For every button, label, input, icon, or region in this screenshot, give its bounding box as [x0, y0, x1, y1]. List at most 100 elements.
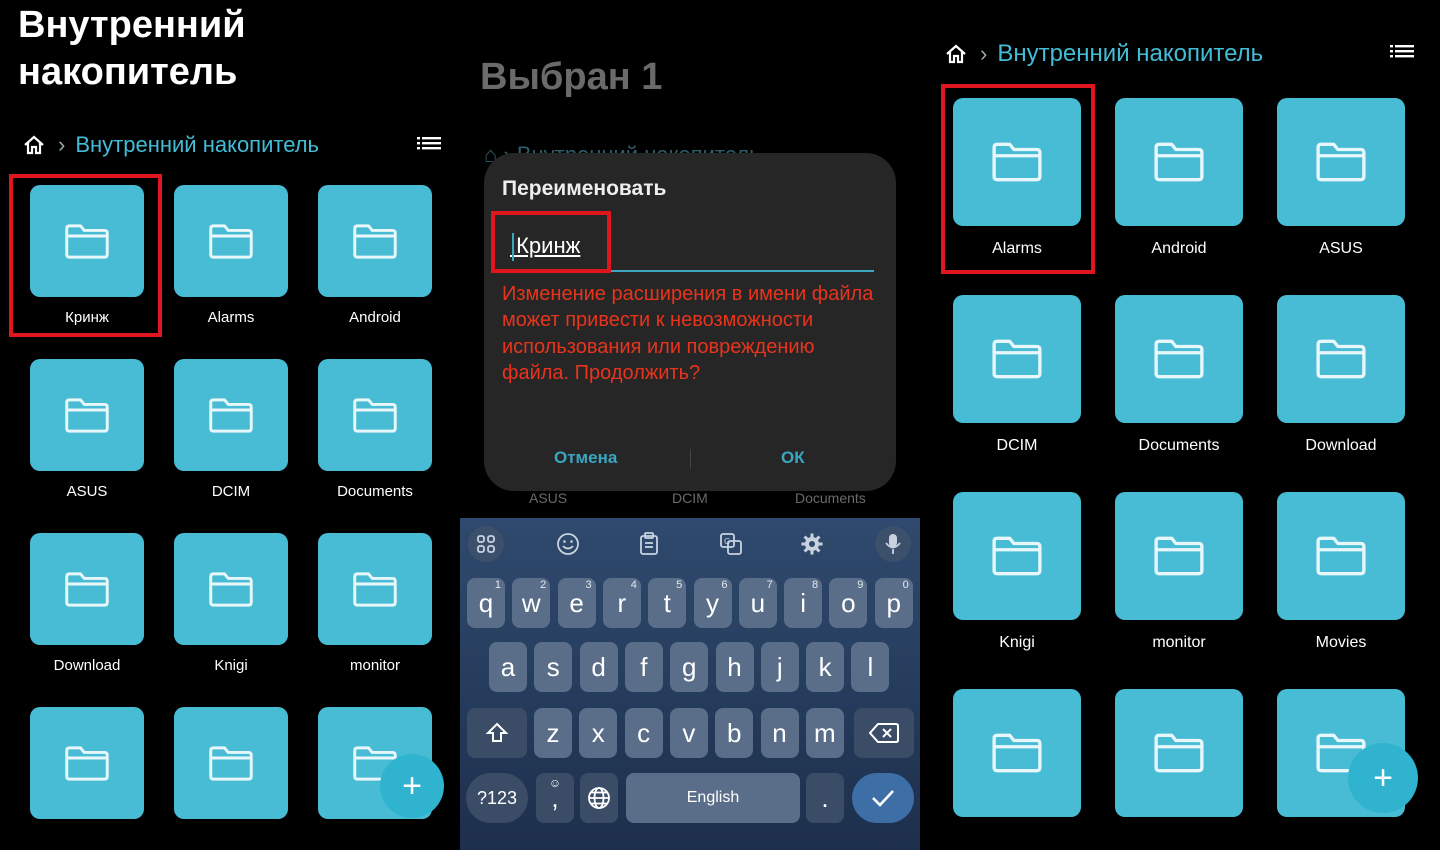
key-q[interactable]: q1	[467, 578, 505, 628]
backspace-key[interactable]	[854, 708, 914, 758]
key-n-label: n	[772, 717, 787, 748]
comma-key[interactable]: , ☺	[536, 773, 574, 823]
breadcrumb: › Внутренний накопитель	[22, 132, 319, 158]
key-u-label: u	[750, 587, 766, 618]
translate-icon[interactable]: G	[713, 526, 749, 562]
folder-label: DCIM	[672, 490, 708, 506]
folder-item[interactable]: Android	[1115, 98, 1243, 268]
folder-item[interactable]: Download	[30, 533, 144, 683]
folder-item[interactable]: monitor	[318, 533, 432, 683]
add-button[interactable]: +	[1348, 743, 1418, 813]
key-i[interactable]: i8	[784, 578, 823, 628]
folder-label: Alarms	[207, 309, 255, 326]
key-m[interactable]: m	[805, 708, 844, 758]
folder-item[interactable]: ASUS	[1277, 98, 1405, 268]
ok-button[interactable]: ОК	[781, 448, 805, 468]
home-icon[interactable]	[22, 133, 46, 157]
list-view-icon[interactable]	[417, 136, 441, 154]
settings-gear-icon[interactable]	[794, 526, 830, 562]
key-n[interactable]: n	[760, 708, 799, 758]
key-m-label: m	[813, 717, 836, 748]
key-t[interactable]: t5	[648, 578, 687, 628]
key-b[interactable]: b	[715, 708, 754, 758]
folder-item[interactable]: Documents	[318, 359, 432, 509]
folder-icon	[1115, 689, 1243, 817]
folder-label: Documents	[337, 483, 413, 500]
key-q-label: q	[478, 587, 494, 618]
key-e[interactable]: e3	[557, 578, 596, 628]
folder-icon	[1277, 98, 1405, 226]
key-number-hint: 0	[902, 579, 909, 591]
folder-item[interactable]: DCIM	[953, 295, 1081, 465]
key-x[interactable]: x	[579, 708, 618, 758]
breadcrumb-location[interactable]: Внутренний накопитель	[75, 132, 319, 158]
emoji-icon[interactable]	[550, 526, 586, 562]
key-r[interactable]: r4	[602, 578, 641, 628]
shift-key[interactable]	[467, 708, 527, 758]
folder-icon	[30, 359, 144, 471]
cancel-button[interactable]: Отмена	[554, 448, 617, 468]
folder-item[interactable]	[1115, 689, 1243, 850]
key-j[interactable]: j	[760, 642, 799, 692]
folder-item[interactable]	[30, 707, 144, 850]
apps-grid-icon[interactable]	[468, 526, 504, 562]
folder-label: ASUS	[1319, 240, 1363, 257]
button-divider	[690, 449, 691, 469]
key-x-label: x	[591, 717, 605, 748]
folder-item[interactable]: DCIM	[174, 359, 288, 509]
key-g-label: g	[681, 651, 697, 682]
key-v[interactable]: v	[669, 708, 708, 758]
key-u[interactable]: u7	[738, 578, 777, 628]
key-w-label: w	[521, 587, 541, 618]
language-key[interactable]	[580, 773, 618, 823]
clipboard-icon[interactable]	[631, 526, 667, 562]
add-button[interactable]: +	[380, 754, 444, 818]
key-k-label: k	[818, 651, 832, 682]
key-k[interactable]: k	[806, 642, 845, 692]
list-view-icon[interactable]	[1390, 44, 1414, 62]
folder-item[interactable]: monitor	[1115, 492, 1243, 662]
key-s[interactable]: s	[534, 642, 573, 692]
key-o[interactable]: o9	[829, 578, 868, 628]
key-l-label: l	[867, 651, 874, 682]
folder-item[interactable]: Android	[318, 185, 432, 335]
key-number-hint: 5	[676, 579, 683, 591]
key-w[interactable]: w2	[512, 578, 551, 628]
key-h[interactable]: h	[715, 642, 754, 692]
folder-item[interactable]: Knigi	[174, 533, 288, 683]
backspace-icon	[869, 723, 899, 743]
period-key[interactable]: .	[806, 773, 844, 823]
done-key[interactable]	[852, 773, 914, 823]
folder-item[interactable]: Movies	[1277, 492, 1405, 662]
key-number-hint: 1	[494, 579, 501, 591]
key-d-label: d	[591, 651, 606, 682]
key-e-label: e	[569, 587, 584, 618]
key-l[interactable]: l	[851, 642, 890, 692]
title-line-2: накопитель	[18, 51, 238, 93]
key-f[interactable]: f	[624, 642, 663, 692]
folder-item[interactable]: ASUS	[30, 359, 144, 509]
key-z[interactable]: z	[534, 708, 572, 758]
microphone-icon[interactable]	[875, 526, 911, 562]
key-y[interactable]: y6	[693, 578, 732, 628]
key-p[interactable]: p0	[874, 578, 913, 628]
home-icon[interactable]	[944, 42, 968, 66]
key-a-label: a	[500, 651, 516, 682]
symbols-key[interactable]: ?123	[466, 773, 528, 823]
folder-item[interactable]: Download	[1277, 295, 1405, 465]
key-g[interactable]: g	[670, 642, 709, 692]
folder-label: ASUS	[529, 490, 568, 506]
key-d[interactable]: d	[579, 642, 618, 692]
key-c[interactable]: c	[624, 708, 663, 758]
folder-item[interactable]: Alarms	[174, 185, 288, 335]
dialog-title: Переименовать	[502, 177, 667, 200]
extension-warning: Изменение расширения в имени файла может…	[502, 283, 874, 384]
folder-item[interactable]	[174, 707, 288, 850]
breadcrumb-location[interactable]: Внутренний накопитель	[997, 40, 1263, 68]
folder-item[interactable]: Knigi	[953, 492, 1081, 662]
key-a[interactable]: a	[489, 642, 527, 692]
space-key[interactable]: English	[626, 773, 800, 823]
checkmark-icon	[872, 790, 894, 807]
folder-item[interactable]	[953, 689, 1081, 850]
folder-item[interactable]: Documents	[1115, 295, 1243, 465]
